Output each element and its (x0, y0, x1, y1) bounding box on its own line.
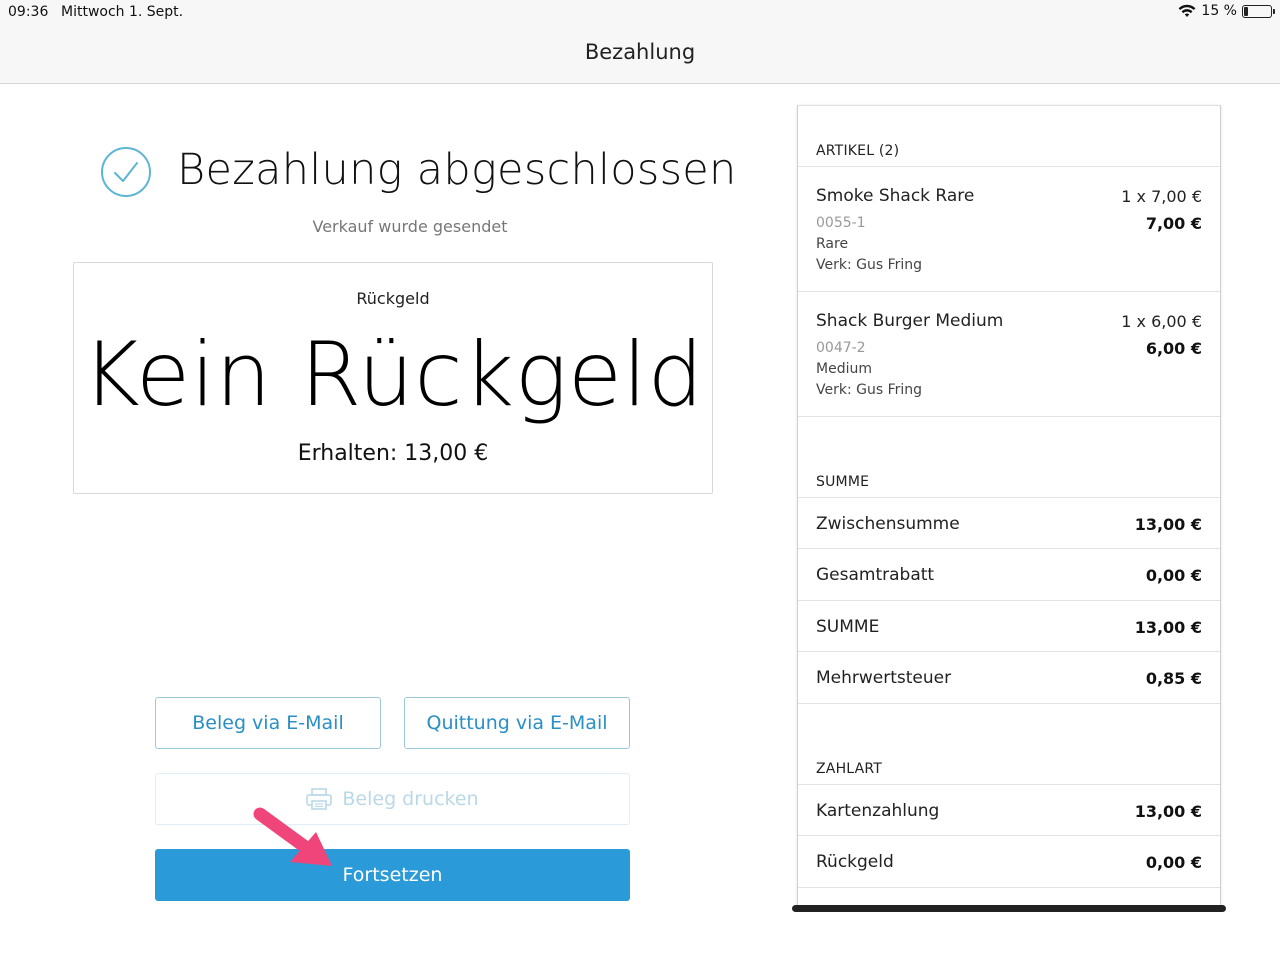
item-name: Smoke Shack Rare (816, 186, 975, 206)
payment-section-title: ZAHLART (816, 761, 883, 777)
item-total: 6,00 € (1145, 339, 1202, 358)
success-title: Bezahlung abgeschlossen (177, 145, 737, 195)
change-label: Rückgeld (356, 289, 430, 308)
item-qty-price: 1 x 6,00 € (1121, 312, 1202, 331)
divider (798, 600, 1220, 601)
total-value: 13,00 € (1134, 618, 1202, 637)
item-sku: 0055-1 (816, 215, 866, 231)
card-payment-value: 13,00 € (1134, 802, 1202, 821)
card-payment-label: Kartenzahlung (816, 801, 940, 821)
divider (798, 784, 1220, 785)
change-card: Rückgeld Kein Rückgeld Erhalten: 13,00 € (73, 262, 713, 494)
divider (798, 166, 1220, 167)
divider (798, 497, 1220, 498)
print-receipt-label: Beleg drucken (342, 788, 479, 810)
status-bar: 09:36 Mittwoch 1. Sept. 15 % (0, 0, 1280, 26)
change-row-value: 0,00 € (1145, 853, 1202, 872)
continue-button[interactable]: Fortsetzen (155, 849, 630, 901)
divider (798, 887, 1220, 888)
items-section-title: ARTIKEL (2) (816, 143, 900, 159)
arrow-annotation-icon (253, 807, 332, 866)
status-date: Mittwoch 1. Sept. (61, 4, 184, 20)
item-sku: 0047-2 (816, 340, 866, 356)
divider (798, 291, 1220, 292)
amount-received: Erhalten: 13,00 € (297, 441, 489, 466)
email-invoice-button[interactable]: Quittung via E-Mail (404, 697, 630, 749)
discount-value: 0,00 € (1145, 566, 1202, 585)
divider (798, 651, 1220, 652)
divider (798, 703, 1220, 704)
item-name: Shack Burger Medium (816, 311, 1004, 331)
total-label: SUMME (816, 617, 880, 637)
vat-value: 0,85 € (1145, 669, 1202, 688)
checkmark-circle-icon (101, 147, 151, 197)
battery-icon (1242, 4, 1275, 18)
success-subtitle: Verkauf wurde gesendet (312, 217, 508, 236)
status-right: 15 % (1178, 3, 1275, 19)
wifi-icon (1179, 4, 1196, 17)
item-variant: Rare (816, 236, 849, 252)
change-value: Kein Rückgeld (82, 323, 704, 426)
print-receipt-button[interactable]: Beleg drucken (155, 773, 630, 825)
battery-level (1244, 6, 1248, 16)
receipt-panel: ARTIKEL (2) Smoke Shack Rare 1 x 7,00 € … (797, 105, 1221, 908)
battery-percentage: 15 % (1201, 3, 1237, 19)
item-qty-price: 1 x 7,00 € (1121, 187, 1202, 206)
divider (798, 416, 1220, 417)
email-receipt-button[interactable]: Beleg via E-Mail (155, 697, 381, 749)
subtotal-label: Zwischensumme (816, 514, 960, 534)
item-seller: Verk: Gus Fring (816, 257, 923, 273)
receipt-printer-slot (792, 905, 1226, 912)
nav-title: Bezahlung (584, 40, 696, 64)
item-seller: Verk: Gus Fring (816, 382, 923, 398)
vat-label: Mehrwertsteuer (816, 668, 952, 688)
divider (798, 548, 1220, 549)
divider (798, 835, 1220, 836)
item-variant: Medium (816, 361, 872, 377)
item-total: 7,00 € (1145, 214, 1202, 233)
discount-label: Gesamtrabatt (816, 565, 935, 585)
sum-section-title: SUMME (816, 474, 870, 490)
status-time: 09:36 (8, 4, 49, 20)
change-row-label: Rückgeld (816, 852, 894, 872)
subtotal-value: 13,00 € (1134, 515, 1202, 534)
